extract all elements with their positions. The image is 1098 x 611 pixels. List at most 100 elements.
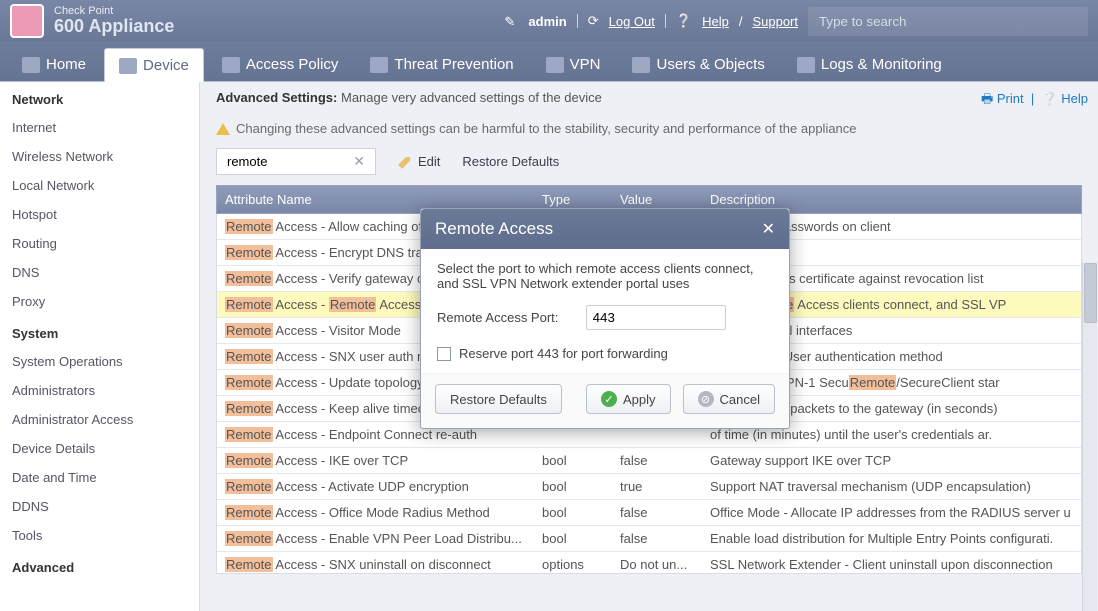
sidebar-item[interactable]: DNS	[0, 258, 199, 287]
table-row[interactable]: Remote Access - Office Mode Radius Metho…	[217, 500, 1081, 526]
sidebar-item[interactable]: Local Network	[0, 171, 199, 200]
sidebar-item[interactable]: Proxy	[0, 287, 199, 316]
table-row[interactable]: Remote Access - SNX uninstall on disconn…	[217, 552, 1081, 574]
edit-button[interactable]: Edit	[398, 154, 440, 169]
apply-button[interactable]: ✓Apply	[586, 384, 671, 414]
col-attribute[interactable]: Attribute Name	[225, 192, 542, 207]
corner-links: 🖶 Print | ❔ Help	[981, 90, 1088, 112]
reserve-port-checkbox[interactable]	[437, 347, 451, 361]
sidebar-section-title: Advanced	[0, 550, 199, 581]
cell-description: Enable load distribution for Multiple En…	[710, 531, 1073, 546]
cell-description: SSL Network Extender - Client uninstall …	[710, 557, 1073, 572]
sidebar-item[interactable]: Internet	[0, 113, 199, 142]
dialog-description: Select the port to which remote access c…	[437, 261, 773, 291]
table-row[interactable]: Remote Access - Activate UDP encryptionb…	[217, 474, 1081, 500]
cell-description: Office Mode - Allocate IP addresses from…	[710, 505, 1073, 520]
cell-attribute: Remote Access - SNX uninstall on disconn…	[225, 557, 542, 572]
reserve-port-label: Reserve port 443 for port forwarding	[459, 346, 668, 361]
restore-defaults-button[interactable]: Restore Defaults	[462, 154, 559, 169]
cell-attribute: Remote Access - Activate UDP encryption	[225, 479, 542, 494]
help-link[interactable]: Help	[702, 14, 729, 29]
app-header: Check Point 600 Appliance ✎ admin ⟳ Log …	[0, 0, 1098, 42]
dialog-title: Remote Access	[435, 219, 553, 239]
dialog-body: Select the port to which remote access c…	[421, 249, 789, 373]
dialog-footer: Restore Defaults ✓Apply ⊘Cancel	[421, 373, 789, 428]
sidebar-item[interactable]: Hotspot	[0, 200, 199, 229]
sidebar-item[interactable]: Administrators	[0, 376, 199, 405]
tab-threat-prevention[interactable]: Threat Prevention	[356, 48, 527, 81]
cell-type	[542, 427, 620, 442]
cell-value: false	[620, 453, 710, 468]
brand-logo-icon	[10, 4, 44, 38]
cell-description: Gateway support IKE over TCP	[710, 453, 1073, 468]
col-description[interactable]: Description	[710, 192, 1073, 207]
vpn-icon	[546, 57, 564, 73]
filter-input[interactable]	[225, 153, 351, 170]
close-icon[interactable]: ✕	[762, 219, 775, 239]
cell-type: bool	[542, 453, 620, 468]
warning-icon	[216, 123, 230, 135]
cancel-icon: ⊘	[698, 391, 714, 407]
cell-type: options	[542, 557, 620, 572]
sidebar-item[interactable]: Tools	[0, 521, 199, 550]
tab-home[interactable]: Home	[8, 48, 100, 81]
home-icon	[22, 57, 40, 73]
warning-banner: Changing these advanced settings can be …	[216, 115, 1082, 142]
sidebar-item[interactable]: DDNS	[0, 492, 199, 521]
sidebar-item[interactable]: Wireless Network	[0, 142, 199, 171]
logs-icon	[797, 57, 815, 73]
toolbar: ✕ Edit Restore Defaults	[216, 142, 1082, 185]
cell-attribute: Remote Access - Enable VPN Peer Load Dis…	[225, 531, 542, 546]
remote-access-port-input[interactable]	[586, 305, 726, 330]
policy-icon	[222, 57, 240, 73]
logout-link[interactable]: Log Out	[609, 14, 655, 29]
clear-filter-icon[interactable]: ✕	[351, 153, 367, 170]
cell-attribute: Remote Access - IKE over TCP	[225, 453, 542, 468]
sidebar-item[interactable]: Date and Time	[0, 463, 199, 492]
current-user: admin	[528, 14, 566, 29]
pencil-icon: ✎	[504, 14, 518, 28]
tab-users-objects[interactable]: Users & Objects	[618, 48, 778, 81]
scrollbar[interactable]	[1082, 262, 1097, 611]
tab-device[interactable]: Device	[104, 48, 204, 82]
scroll-thumb[interactable]	[1084, 263, 1097, 323]
filter-box[interactable]: ✕	[216, 148, 376, 175]
dialog-title-bar: Remote Access ✕	[421, 209, 789, 249]
divider	[665, 14, 666, 28]
sidebar-item[interactable]: System Operations	[0, 347, 199, 376]
help-icon: ❔	[1041, 91, 1057, 106]
divider	[577, 14, 578, 28]
tab-vpn[interactable]: VPN	[532, 48, 615, 81]
check-icon: ✓	[601, 391, 617, 407]
tab-logs-monitoring[interactable]: Logs & Monitoring	[783, 48, 956, 81]
cell-type: bool	[542, 479, 620, 494]
sidebar-item[interactable]: Device Details	[0, 434, 199, 463]
shield-icon	[370, 57, 388, 73]
main-tabs: Home Device Access Policy Threat Prevent…	[0, 42, 1098, 82]
cell-value: Do not un...	[620, 557, 710, 572]
port-label: Remote Access Port:	[437, 310, 582, 325]
dialog-restore-defaults-button[interactable]: Restore Defaults	[435, 384, 562, 414]
cell-attribute: Remote Access - Office Mode Radius Metho…	[225, 505, 542, 520]
global-search-input[interactable]	[808, 7, 1088, 36]
cell-attribute: Remote Access - Endpoint Connect re-auth	[225, 427, 542, 442]
col-value[interactable]: Value	[620, 192, 710, 207]
sidebar-item[interactable]: Administrator Access	[0, 405, 199, 434]
cell-value: true	[620, 479, 710, 494]
cell-value	[620, 427, 710, 442]
support-link[interactable]: Support	[752, 14, 798, 29]
cell-value: false	[620, 531, 710, 546]
print-icon: 🖶	[981, 91, 993, 106]
table-row[interactable]: Remote Access - IKE over TCPboolfalseGat…	[217, 448, 1081, 474]
col-type[interactable]: Type	[542, 192, 620, 207]
slash: /	[739, 14, 743, 29]
help-link-content[interactable]: Help	[1061, 91, 1088, 106]
cell-type: bool	[542, 531, 620, 546]
cancel-button[interactable]: ⊘Cancel	[683, 384, 775, 414]
sidebar: NetworkInternetWireless NetworkLocal Net…	[0, 82, 200, 611]
print-link[interactable]: Print	[997, 91, 1024, 106]
table-row[interactable]: Remote Access - Enable VPN Peer Load Dis…	[217, 526, 1081, 552]
tab-access-policy[interactable]: Access Policy	[208, 48, 353, 81]
cell-value: false	[620, 505, 710, 520]
sidebar-item[interactable]: Routing	[0, 229, 199, 258]
